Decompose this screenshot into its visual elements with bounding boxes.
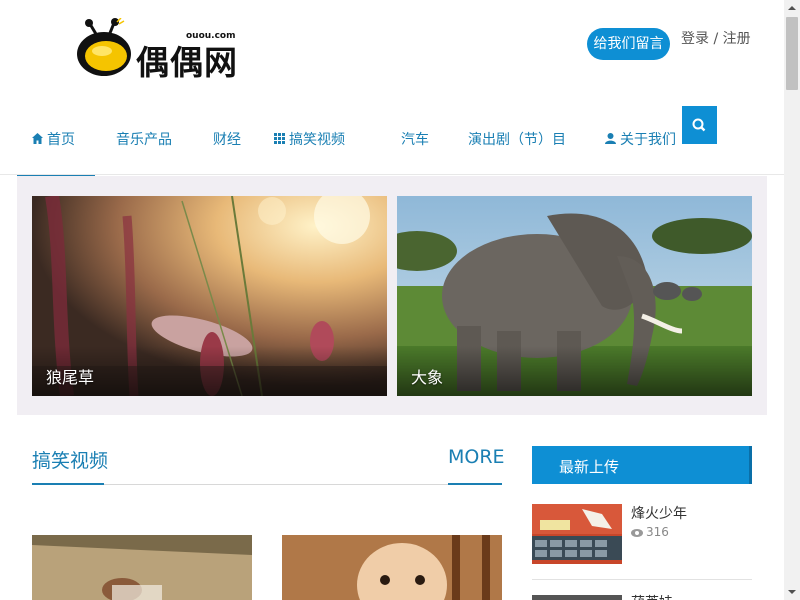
nav-item-home[interactable]: 首页 — [32, 129, 75, 149]
page-scrollbar[interactable] — [784, 0, 800, 600]
login-link[interactable]: 登录 — [681, 31, 709, 47]
section-more-link[interactable]: MORE — [448, 446, 505, 468]
scroll-up-arrow-icon[interactable] — [784, 0, 800, 17]
sidebar-item-title[interactable]: 烽火少年 — [631, 503, 687, 523]
banner-caption: 狼尾草 — [46, 368, 95, 387]
header-divider — [0, 174, 784, 175]
nav-item-about[interactable]: 关于我们 — [605, 129, 676, 149]
sidebar-title: 最新上传 — [559, 458, 620, 476]
auth-links: 登录 / 注册 — [681, 28, 751, 48]
search-button[interactable] — [682, 106, 717, 144]
banner-slide-elephant[interactable]: 大象 — [397, 196, 752, 396]
nav-item-cars[interactable]: 汽车 — [401, 129, 429, 149]
video-thumb[interactable] — [282, 535, 502, 600]
poster-image — [532, 504, 622, 564]
nav-item-finance[interactable]: 财经 — [213, 129, 241, 149]
user-icon — [605, 133, 616, 147]
banner-slide-foxtail-grass[interactable]: 狼尾草 — [32, 196, 387, 396]
video-thumbnail-image — [282, 535, 502, 600]
register-link[interactable]: 注册 — [723, 31, 751, 47]
banner-carousel: 狼尾草 大象 — [17, 176, 767, 415]
section-title-underline — [32, 483, 104, 485]
sidebar-item-thumb[interactable] — [532, 504, 622, 564]
view-count: 316 — [646, 525, 669, 539]
sidebar-item-thumb[interactable] — [532, 595, 622, 600]
search-icon — [692, 118, 706, 132]
sidebar-header: 最新上传 — [532, 446, 752, 484]
home-icon — [32, 133, 43, 147]
nav-item-label: 首页 — [47, 132, 75, 148]
sidebar-item-title[interactable]: 葫芦娃 — [631, 592, 673, 600]
section-title[interactable]: 搞笑视频 — [32, 446, 108, 473]
video-thumb[interactable] — [32, 535, 252, 600]
auth-separator: / — [709, 31, 723, 47]
nav-item-label: 关于我们 — [620, 132, 676, 148]
main-nav: 首页 音乐产品 财经 搞笑视频 汽车 演出剧（节）目 关于我们 — [0, 103, 784, 177]
eye-icon — [631, 528, 643, 537]
nav-item-music[interactable]: 音乐产品 — [116, 129, 172, 149]
nav-item-shows[interactable]: 演出剧（节）目 — [468, 129, 566, 149]
sidebar-item-views: 316 — [631, 525, 669, 539]
site-logo[interactable]: ouou.com 偶偶网 — [76, 17, 246, 82]
site-header: ouou.com 偶偶网 给我们留言 登录 / 注册 首页 音乐产品 财经 搞笑… — [0, 0, 784, 177]
banner-caption: 大象 — [411, 368, 444, 387]
logo-text: 偶偶网 — [136, 43, 238, 82]
nav-item-funny-videos[interactable]: 搞笑视频 — [274, 129, 345, 149]
leave-message-button[interactable]: 给我们留言 — [587, 28, 670, 60]
caption-shade — [397, 346, 752, 396]
video-thumbnail-image — [32, 535, 252, 600]
section-more-underline — [448, 483, 502, 485]
scroll-down-arrow-icon[interactable] — [784, 583, 800, 600]
nav-item-label: 搞笑视频 — [289, 132, 345, 148]
sidebar-divider — [532, 579, 752, 580]
grid-icon — [274, 133, 285, 147]
logo-mascot-icon — [77, 17, 131, 76]
scroll-thumb[interactable] — [786, 17, 798, 90]
